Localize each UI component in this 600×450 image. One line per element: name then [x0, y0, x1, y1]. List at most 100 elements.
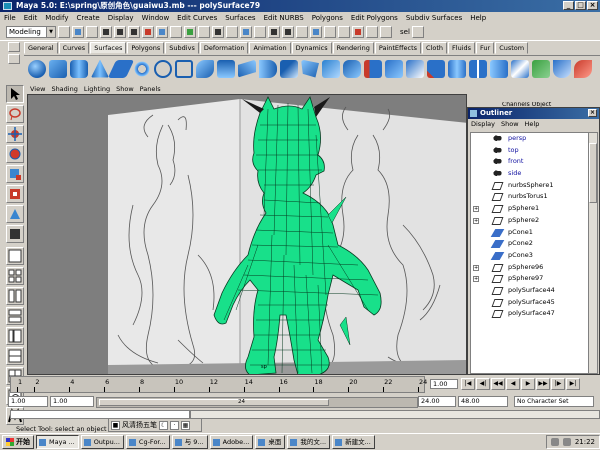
outliner-item[interactable]: polySurface47 — [471, 308, 588, 320]
shelf-tab-animation[interactable]: Animation — [249, 42, 291, 54]
intersect-icon[interactable] — [364, 59, 382, 78]
start-button[interactable]: 开始 — [2, 435, 34, 449]
expand-icon[interactable]: + — [473, 217, 479, 224]
expand-icon[interactable]: + — [473, 276, 479, 283]
detach-surfaces-icon[interactable] — [469, 59, 487, 78]
play-forwards-button[interactable]: ▶ — [521, 378, 535, 390]
outliner-item[interactable]: side — [471, 168, 588, 180]
planar-icon[interactable] — [238, 59, 256, 78]
outliner-title-bar[interactable]: Outliner × — [468, 108, 599, 119]
taskbar-task[interactable]: Maya ... — [36, 435, 79, 449]
birail-icon[interactable] — [280, 59, 298, 78]
outliner-menu-help[interactable]: Help — [525, 119, 540, 130]
range-end-field[interactable]: 48.00 — [458, 396, 508, 407]
loft-icon[interactable] — [217, 59, 235, 78]
lasso-tool-icon[interactable] — [6, 105, 24, 123]
shelf-tab-surfaces[interactable]: Surfaces — [90, 42, 127, 54]
menu-set-select[interactable]: Modeling ▼ — [6, 26, 56, 38]
outliner-item[interactable]: polySurface45 — [471, 297, 588, 309]
menu-edit[interactable]: Edit — [24, 14, 38, 22]
outliner-item[interactable]: pCone1 — [471, 227, 588, 239]
taskbar-task[interactable]: Cg-For... — [125, 435, 170, 449]
tray-volume-icon[interactable] — [562, 438, 571, 446]
render-icon[interactable] — [352, 26, 364, 38]
select-tool-icon[interactable] — [6, 85, 24, 103]
outliner-item[interactable]: + pSphere1 — [471, 203, 588, 215]
outliner-scrollbar[interactable] — [588, 132, 598, 374]
shelf-tab-fur[interactable]: Fur — [476, 42, 495, 54]
mask-misc-icon[interactable] — [240, 26, 252, 38]
untrim-icon[interactable] — [427, 59, 445, 78]
range-slider-thumb[interactable]: 24 — [99, 399, 329, 406]
maximize-button[interactable]: □ — [575, 1, 586, 10]
outliner-item[interactable]: persp — [471, 133, 588, 145]
move-tool-icon[interactable] — [6, 125, 24, 143]
attach-surfaces-icon[interactable] — [448, 59, 466, 78]
playback-start-field[interactable]: 1.00 — [50, 396, 94, 407]
new-scene-icon[interactable] — [58, 26, 70, 38]
play-backwards-button[interactable]: ◀ — [506, 378, 520, 390]
manipulator-tool-icon[interactable] — [6, 185, 24, 203]
outliner-list[interactable]: persp top front side nurbsSphere1 nurbsTorus1… — [470, 132, 589, 374]
step-back-button[interactable]: ◀| — [476, 378, 490, 390]
nurbs-plane-icon[interactable] — [107, 59, 135, 78]
render-globals-icon[interactable] — [380, 26, 392, 38]
shelf-tab-polygons[interactable]: Polygons — [127, 42, 165, 54]
mask-surface-icon[interactable] — [184, 26, 196, 38]
viewport-menu-shading[interactable]: Shading — [51, 84, 77, 94]
save-scene-icon[interactable] — [86, 26, 98, 38]
shelf-tab-fluids[interactable]: Fluids — [448, 42, 476, 54]
extrude-icon[interactable] — [259, 59, 277, 78]
ime-keyboard-icon[interactable]: ▦ — [181, 420, 190, 430]
menu-edit-curves[interactable]: Edit Curves — [177, 14, 217, 22]
ime-moon-icon[interactable]: ☾ — [159, 420, 168, 430]
time-slider-ticks[interactable]: 1 2 4 6 8 10 12 14 16 18 20 22 24 — [10, 376, 427, 393]
taskbar-task[interactable]: Outpu... — [80, 435, 124, 449]
shelf-tab-deformation[interactable]: Deformation — [199, 42, 249, 54]
tray-clock[interactable]: 21:22 — [575, 436, 595, 448]
mask-handle-icon[interactable] — [142, 26, 154, 38]
nurbs-torus-icon[interactable] — [133, 59, 151, 78]
menu-polygons[interactable]: Polygons — [312, 14, 343, 22]
shelf-tab-dynamics[interactable]: Dynamics — [291, 42, 332, 54]
channel-box-toggle-icon[interactable] — [411, 26, 424, 38]
shelf-tab-rendering[interactable]: Rendering — [332, 42, 374, 54]
taskbar-task[interactable]: Adobe... — [209, 435, 254, 449]
project-curve-icon[interactable] — [385, 59, 403, 78]
tray-network-icon[interactable] — [550, 438, 559, 446]
rebuild-surface-icon[interactable] — [532, 59, 550, 78]
mask-joint-icon[interactable] — [156, 26, 168, 38]
mask-render-icon[interactable] — [226, 26, 238, 38]
snap-view-plane-icon[interactable] — [296, 26, 308, 38]
perspective-viewport[interactable]: sp — [27, 94, 467, 375]
nurbs-square-icon[interactable] — [175, 59, 193, 78]
range-slider[interactable]: 24 — [96, 397, 418, 408]
shelf-tab-custom[interactable]: Custom — [495, 42, 529, 54]
boundary-icon[interactable] — [301, 59, 319, 78]
two-pane-layout-icon[interactable] — [6, 287, 24, 305]
mask-dynamic-icon[interactable] — [212, 26, 224, 38]
menu-edit-nurbs[interactable]: Edit NURBS — [264, 14, 304, 22]
rotate-tool-icon[interactable] — [6, 145, 24, 163]
menu-edit-polygons[interactable]: Edit Polygons — [351, 14, 398, 22]
outliner-item[interactable]: polySurface44 — [471, 285, 588, 297]
menu-subdiv-surfaces[interactable]: Subdiv Surfaces — [406, 14, 462, 22]
sculpt-surface-icon[interactable] — [553, 59, 571, 78]
taskbar-task[interactable]: 桌面 — [255, 435, 286, 449]
outliner-item[interactable]: front — [471, 156, 588, 168]
mask-curve-icon[interactable] — [170, 26, 182, 38]
snap-point-icon[interactable] — [282, 26, 294, 38]
menu-modify[interactable]: Modify — [45, 14, 68, 22]
nurbs-cylinder-icon[interactable] — [70, 59, 88, 78]
outliner-item[interactable]: nurbsSphere1 — [471, 180, 588, 192]
soft-mod-tool-icon[interactable] — [6, 205, 24, 223]
shelf-tab-cloth[interactable]: Cloth — [422, 42, 448, 54]
menu-surfaces[interactable]: Surfaces — [225, 14, 255, 22]
menu-window[interactable]: Window — [142, 14, 170, 22]
nurbs-cube-icon[interactable] — [49, 59, 67, 78]
step-forward-button[interactable]: |▶ — [551, 378, 565, 390]
snap-grid-icon[interactable] — [254, 26, 266, 38]
viewport-menu-lighting[interactable]: Lighting — [84, 84, 110, 94]
open-close-surface-icon[interactable] — [511, 59, 529, 78]
outliner-item[interactable]: + pSphere2 — [471, 215, 588, 227]
